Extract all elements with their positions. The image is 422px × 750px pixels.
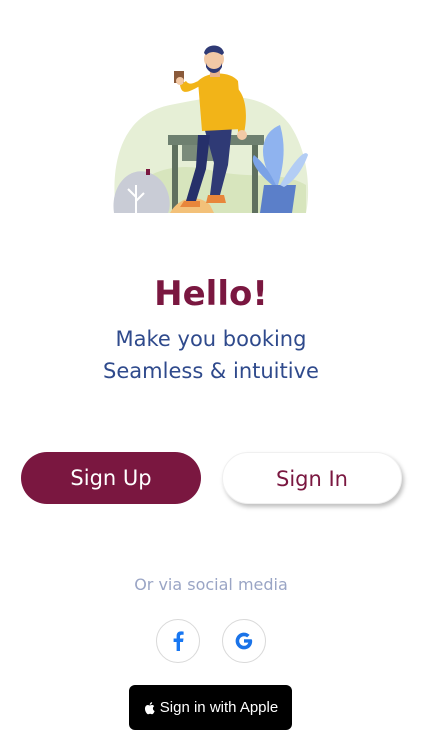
sign-in-button[interactable]: Sign In xyxy=(222,452,402,504)
sign-up-button[interactable]: Sign Up xyxy=(21,452,201,504)
apple-button-label: Sign in with Apple xyxy=(159,699,279,716)
google-icon xyxy=(234,631,254,651)
google-login-button[interactable] xyxy=(222,619,266,663)
page-title: Hello! xyxy=(154,274,268,314)
subtitle-line-1: Make you booking xyxy=(115,327,307,351)
sign-in-with-apple-button[interactable]: Sign in with Apple xyxy=(129,685,292,730)
hero-illustration xyxy=(110,45,312,217)
facebook-icon xyxy=(172,631,184,651)
facebook-login-button[interactable] xyxy=(156,619,200,663)
subtitle-line-2: Seamless & intuitive xyxy=(103,359,319,383)
apple-icon xyxy=(143,701,155,715)
social-media-label: Or via social media xyxy=(134,575,288,594)
